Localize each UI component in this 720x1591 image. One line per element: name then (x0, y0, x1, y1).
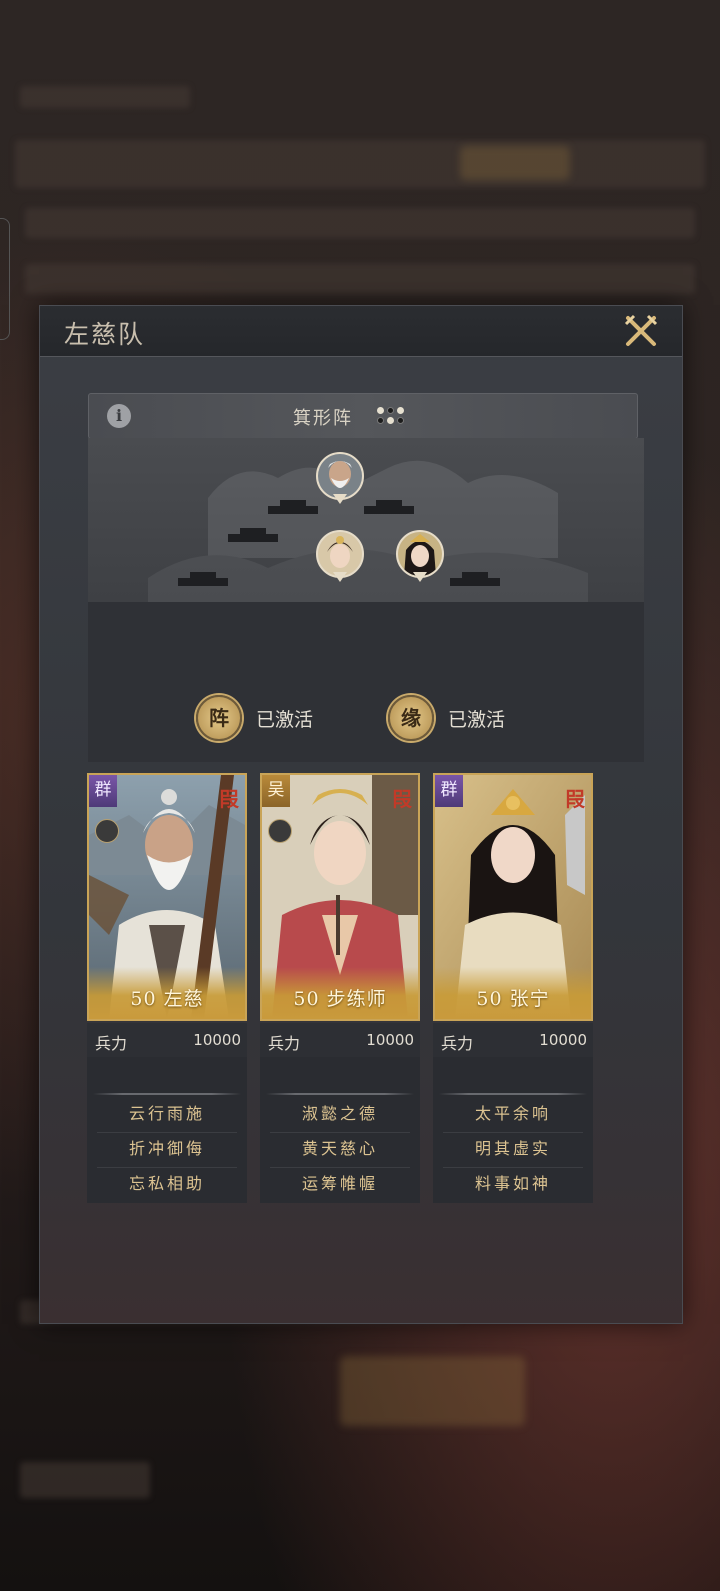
activation-status-area: 阵 已激活 缘 已激活 (88, 602, 644, 762)
avatar (396, 530, 444, 578)
troop-stat: 兵力 10000 (87, 1023, 247, 1057)
general-name: 50 左慈 (130, 988, 204, 1010)
general-card[interactable]: 群 叚 50 张宁 兵力 10000 太平余响 明其虚实 料事如神 (433, 773, 593, 1203)
rank-icon: 叚 (392, 787, 412, 811)
general-card[interactable]: 群 叚 50 左慈 兵力 10000 云行雨施 折冲御侮 忘私相助 (87, 773, 247, 1203)
skill-item[interactable]: 云行雨施 (87, 1097, 247, 1131)
formation-bar[interactable]: i 箕形阵 (88, 393, 638, 439)
blurred-bg-element (20, 86, 190, 108)
formation-slot (178, 572, 228, 586)
avatar (316, 530, 364, 578)
formation-field (88, 438, 644, 602)
faction-badge: 群 (435, 775, 463, 807)
shield-icon (95, 819, 119, 843)
troop-label: 兵力 (95, 1034, 128, 1053)
formation-status-text: 已激活 (256, 709, 314, 731)
formation-general-bulianshi[interactable] (316, 530, 364, 592)
skill-list: 太平余响 明其虚实 料事如神 (433, 1057, 593, 1203)
bond-status-text: 已激活 (448, 709, 506, 731)
divider (439, 1093, 587, 1095)
blurred-bg-element (20, 1462, 150, 1498)
skill-item[interactable]: 忘私相助 (87, 1167, 247, 1201)
team-panel: 左慈队 i 箕形阵 阵 已激活 缘 已激活 群 叚 50 左慈 兵力 10000… (39, 305, 683, 1324)
skill-item[interactable]: 淑懿之德 (260, 1097, 420, 1131)
shield-icon (268, 819, 292, 843)
troop-value: 10000 (193, 1031, 241, 1049)
troop-label: 兵力 (268, 1034, 301, 1053)
troop-label: 兵力 (441, 1034, 474, 1053)
faction-badge: 吴 (262, 775, 290, 807)
divider (266, 1093, 414, 1095)
edge-tab (0, 218, 10, 340)
formation-slot (228, 528, 278, 542)
general-portrait: 群 叚 50 张宁 (433, 773, 593, 1021)
divider (93, 1093, 241, 1095)
battle-art-decoration (148, 460, 588, 602)
formation-slot (268, 500, 318, 514)
general-name: 50 步练师 (293, 988, 387, 1010)
troop-value: 10000 (539, 1031, 587, 1049)
general-name: 50 张宁 (476, 988, 550, 1010)
formation-general-zhangning[interactable] (396, 530, 444, 592)
blurred-bg-element (25, 208, 695, 238)
rank-icon: 叚 (219, 787, 239, 811)
skill-item[interactable]: 黄天慈心 (260, 1132, 420, 1166)
formation-dots-icon (377, 407, 405, 425)
skill-item[interactable]: 运筹帷幄 (260, 1167, 420, 1201)
skill-list: 云行雨施 折冲御侮 忘私相助 (87, 1057, 247, 1203)
skill-item[interactable]: 明其虚实 (433, 1132, 593, 1166)
skill-list: 淑懿之德 黄天慈心 运筹帷幄 (260, 1057, 420, 1203)
general-card[interactable]: 吴 叚 50 步练师 兵力 10000 淑懿之德 黄天慈心 运筹帷幄 (260, 773, 420, 1203)
faction-badge: 群 (89, 775, 117, 807)
troop-stat: 兵力 10000 (433, 1023, 593, 1057)
formation-slot (364, 500, 414, 514)
blurred-bg-element (15, 140, 705, 188)
bond-badge: 缘 (388, 695, 434, 741)
formation-badge: 阵 (196, 695, 242, 741)
blurred-bg-element (460, 146, 570, 180)
info-icon[interactable]: i (107, 404, 131, 428)
blurred-bg-element (25, 264, 695, 294)
troop-stat: 兵力 10000 (260, 1023, 420, 1057)
formation-slot (450, 572, 500, 586)
close-swords-icon[interactable] (622, 312, 660, 350)
blurred-bg-element (340, 1356, 525, 1426)
general-portrait: 吴 叚 50 步练师 (260, 773, 420, 1021)
general-portrait: 群 叚 50 左慈 (87, 773, 247, 1021)
troop-value: 10000 (366, 1031, 414, 1049)
skill-item[interactable]: 料事如神 (433, 1167, 593, 1201)
formation-general-zuoci[interactable] (316, 452, 364, 514)
panel-title: 左慈队 (64, 320, 146, 349)
avatar (316, 452, 364, 500)
rank-icon: 叚 (565, 787, 585, 811)
skill-item[interactable]: 太平余响 (433, 1097, 593, 1131)
panel-header: 左慈队 (40, 306, 682, 357)
formation-name: 箕形阵 (293, 408, 353, 429)
skill-item[interactable]: 折冲御侮 (87, 1132, 247, 1166)
